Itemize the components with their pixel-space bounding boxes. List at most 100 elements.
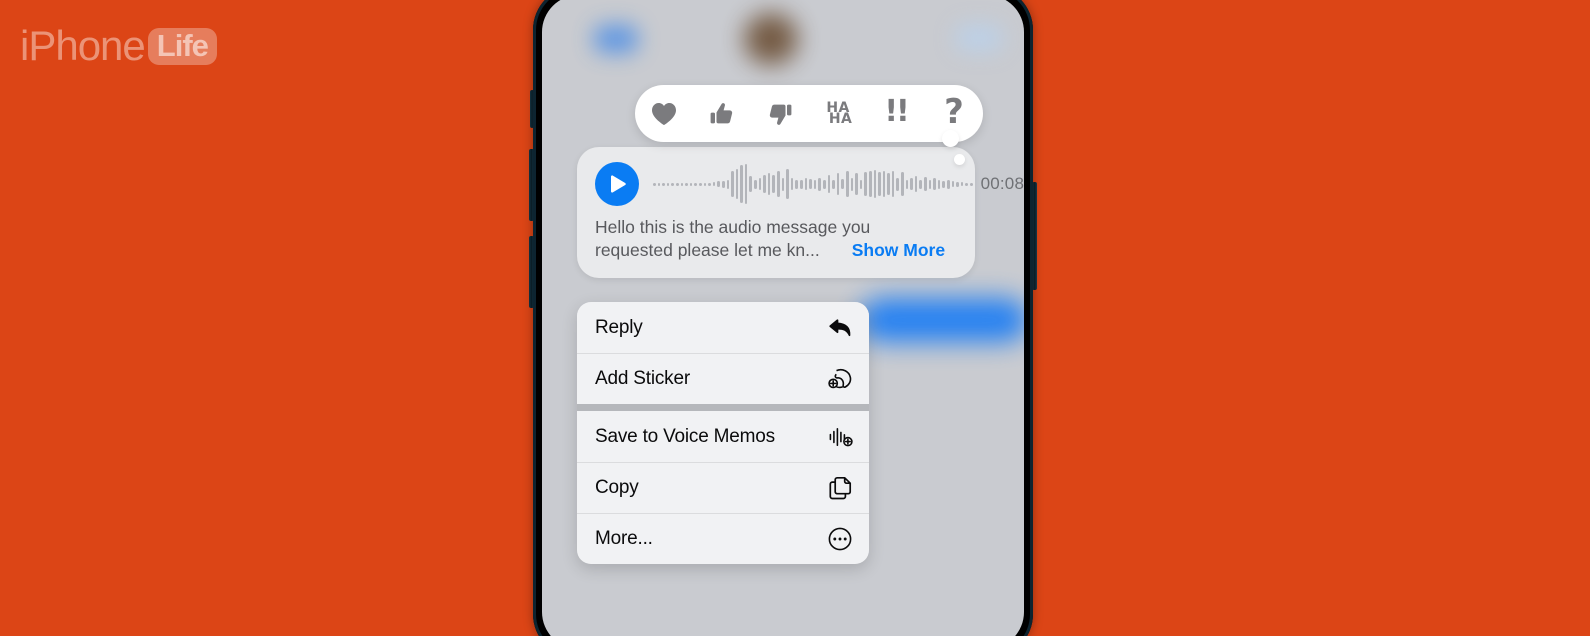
waveform-bar	[795, 179, 798, 189]
menu-item-save-to-voice-memos-label: Save to Voice Memos	[595, 425, 775, 447]
waveform-bar	[864, 172, 867, 196]
waveform-bar	[740, 165, 743, 203]
waveform-bar	[735, 169, 739, 199]
waveform-bar	[928, 179, 932, 189]
audio-transcript: Hello this is the audio message you requ…	[595, 216, 957, 262]
reply-arrow-icon	[827, 315, 853, 341]
waveform-bar	[666, 182, 670, 186]
thumbs-up-icon[interactable]	[700, 92, 744, 136]
waveform-bar	[694, 182, 697, 186]
waveform-bar	[965, 182, 968, 186]
waveform-bar	[887, 173, 890, 195]
waveform-bar	[969, 182, 973, 186]
waveform-bar	[758, 178, 762, 190]
menu-item-copy[interactable]: Copy	[577, 462, 869, 513]
watermark-brand-primary: iPhone	[20, 22, 146, 69]
waveform-bar	[832, 179, 835, 189]
waveform-bar	[942, 180, 945, 188]
transcript-line-1: Hello this is the audio message you	[595, 217, 871, 237]
menu-item-more[interactable]: More...	[577, 513, 869, 564]
exclamation-icon[interactable]: !!	[874, 92, 918, 136]
ellipsis-circle-icon	[827, 526, 853, 552]
waveform-bar	[910, 178, 913, 190]
menu-item-copy-label: Copy	[595, 477, 639, 498]
volume-up-button[interactable]	[529, 149, 534, 221]
waveform-bar	[868, 171, 872, 197]
audio-waveform[interactable]	[653, 162, 973, 206]
waveform-bar	[731, 171, 734, 197]
waveform-bar	[653, 182, 656, 186]
waveform-bar	[937, 179, 941, 189]
waveform-bar	[777, 171, 780, 197]
audio-message-bubble[interactable]: 00:08 Hello this is the audio message yo…	[577, 147, 1024, 278]
menu-item-add-sticker-label: Add Sticker	[595, 368, 690, 389]
outgoing-message-bubble-blurred	[860, 298, 1024, 342]
show-more-link[interactable]: Show More	[852, 239, 945, 262]
exclamation-glyph: !!	[884, 94, 909, 129]
waveform-bar	[891, 171, 895, 197]
waveform-bar	[822, 179, 826, 189]
power-button[interactable]	[1032, 182, 1037, 290]
waveform-bar	[767, 173, 771, 195]
mute-switch-button[interactable]	[530, 90, 534, 128]
audio-duration: 00:08	[980, 174, 1024, 193]
contact-avatar-blurred[interactable]	[744, 13, 798, 65]
waveform-bar	[671, 182, 674, 186]
waveform-bar	[726, 179, 730, 189]
waveform-bar	[933, 178, 936, 190]
iphonelife-watermark-logo: iPhone Life	[20, 22, 217, 70]
context-menu-group-2: Save to Voice Memos Copy More...	[577, 411, 869, 564]
menu-item-reply-label: Reply	[595, 316, 643, 338]
waveform-bar	[882, 171, 886, 197]
watermark-brand-secondary: Life	[147, 27, 217, 65]
waveform-bar	[919, 179, 923, 189]
back-button-blurred[interactable]	[594, 25, 638, 53]
waveform-bar	[790, 178, 794, 190]
thumbs-down-icon[interactable]	[758, 92, 802, 136]
waveform-bar	[859, 179, 863, 189]
waveform-bar	[685, 182, 688, 186]
header-right-blurred[interactable]	[956, 25, 1002, 51]
heart-icon[interactable]	[642, 92, 686, 136]
waveform-bar	[800, 179, 803, 189]
haha-icon[interactable]: HA HA	[816, 92, 860, 136]
waveform-bar	[717, 181, 720, 187]
waveform-bar	[914, 176, 918, 192]
waveform-bar	[698, 182, 702, 186]
waveform-bar	[781, 177, 785, 191]
waveform-bar	[721, 180, 725, 188]
waveform-bar	[924, 177, 927, 191]
question-glyph: ?	[944, 92, 964, 132]
waveform-bar	[703, 182, 707, 186]
waveform-bar	[813, 179, 817, 189]
waveform-bar	[662, 182, 665, 186]
waveform-bar	[772, 175, 776, 193]
menu-item-more-label: More...	[595, 528, 653, 549]
waveform-add-icon	[827, 424, 853, 450]
waveform-bar	[712, 182, 716, 186]
question-icon[interactable]: ?	[932, 92, 976, 136]
context-menu-divider	[577, 404, 869, 411]
menu-item-save-to-voice-memos[interactable]: Save to Voice Memos	[577, 411, 869, 462]
sticker-add-icon	[827, 366, 853, 392]
waveform-bar	[896, 177, 900, 191]
waveform-bar	[754, 179, 757, 189]
waveform-bar	[744, 164, 748, 204]
waveform-bar	[850, 177, 854, 191]
volume-down-button[interactable]	[529, 236, 534, 308]
waveform-bar	[960, 182, 964, 186]
waveform-bar	[809, 179, 812, 189]
waveform-bar	[763, 175, 766, 193]
reaction-bar-tail-small	[954, 154, 965, 165]
waveform-bar	[689, 182, 693, 186]
waveform-bar	[901, 172, 904, 196]
waveform-bar	[845, 171, 849, 197]
reaction-bar-tail-large	[942, 130, 959, 147]
menu-item-add-sticker[interactable]: Add Sticker	[577, 353, 869, 404]
play-icon[interactable]	[595, 162, 639, 206]
waveform-bar	[873, 170, 877, 198]
haha-line-2: HA	[828, 110, 853, 127]
menu-item-reply[interactable]: Reply	[577, 302, 869, 353]
context-menu-group-1: Reply Add Sticker	[577, 302, 869, 404]
audio-player-row: 00:08	[595, 161, 1024, 207]
